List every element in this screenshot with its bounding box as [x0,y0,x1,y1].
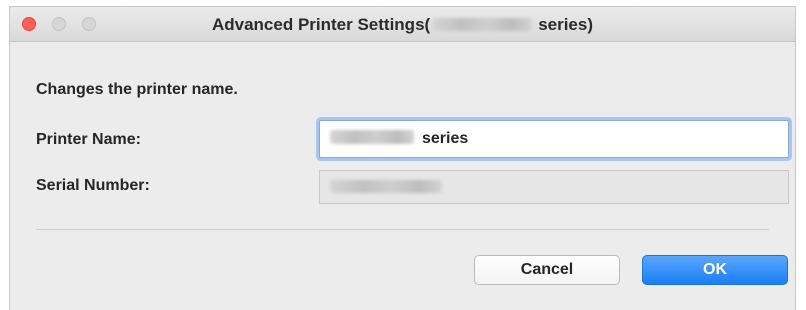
serial-number-label: Serial Number: [36,177,150,194]
printer-name-value-suffix: series [422,130,469,147]
serial-number-field [319,170,789,204]
window-title: Advanced Printer Settings( series) [10,15,795,35]
ok-button[interactable]: OK [642,255,788,285]
window-title-suffix: series) [538,15,594,34]
redacted-serial-number [330,180,442,194]
cancel-button[interactable]: Cancel [474,255,620,285]
redacted-printer-model [330,130,414,145]
printer-name-label: Printer Name: [36,131,141,148]
title-bar[interactable]: Advanced Printer Settings( series) [10,7,795,42]
dialog-window: Advanced Printer Settings( series) Change… [9,6,796,310]
printer-name-input[interactable]: series [319,120,789,158]
redacted-model-name [432,17,533,31]
window-title-prefix: Advanced Printer Settings( [211,15,431,34]
divider [36,229,769,230]
dialog-description: Changes the printer name. [36,81,238,98]
